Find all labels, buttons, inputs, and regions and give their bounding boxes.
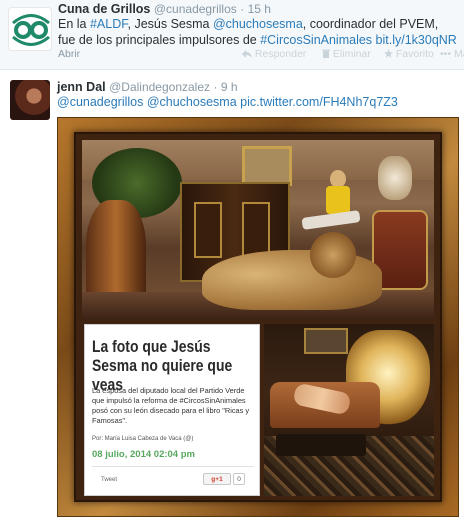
cuna-de-grillos-logo-icon (12, 14, 50, 46)
delete-button[interactable]: Eliminar (322, 48, 371, 60)
favorite-button[interactable]: Favorito (384, 48, 434, 60)
statue (378, 156, 412, 200)
coffee-table (276, 434, 366, 456)
url-link[interactable]: bit.ly/1k30qNR (376, 33, 457, 47)
author-name[interactable]: jenn Dal (57, 80, 106, 94)
mention-link[interactable]: @chuchosesma (213, 17, 303, 31)
timestamp[interactable]: · 15 h (240, 2, 271, 16)
author-name[interactable]: Cuna de Grillos (58, 2, 150, 16)
reply-label: Responder (254, 48, 307, 60)
text-segment: , Jesús Sesma (127, 17, 213, 31)
tweet-cunadegrillos[interactable]: Cuna de Grillos @cunadegrillos · 15 h En… (0, 0, 464, 70)
tweet-media-image[interactable]: La foto que Jesús Sesma no quiere que ve… (57, 117, 459, 517)
more-label: Más (453, 48, 464, 60)
wall-painting (242, 146, 292, 186)
tweet-actions: Abrir Responder Eliminar Favorito ••• Má… (58, 48, 464, 62)
hashtag-link[interactable]: #CircosSinAnimales (260, 33, 372, 47)
gplus-button: g+1 (203, 473, 231, 485)
divider (92, 466, 254, 467)
image-content: La foto que Jesús Sesma no quiere que ve… (76, 134, 440, 500)
open-link[interactable]: Abrir (58, 48, 80, 60)
text-segment: En la (58, 17, 90, 31)
hashtag-link[interactable]: #ALDF (90, 17, 128, 31)
reply-button[interactable]: Responder (242, 48, 306, 60)
gplus-count: 0 (233, 473, 245, 485)
article-body: La esposa del diputado local del Partido… (92, 386, 250, 425)
tweet-text: @cunadegrillos @chuchosesma pic.twitter.… (57, 95, 398, 109)
author-handle[interactable]: @Dalindegonzalez (109, 80, 210, 94)
tweet-header: Cuna de Grillos @cunadegrillos · 15 h (58, 2, 271, 16)
mansion-photo (82, 140, 434, 320)
avatar[interactable] (8, 7, 52, 51)
trash-icon (322, 49, 330, 58)
author-handle[interactable]: @cunadegrillos (154, 2, 237, 16)
pic-link[interactable]: pic.twitter.com/FH4Nh7q7Z3 (240, 95, 398, 109)
favorite-label: Favorito (395, 48, 434, 60)
tweet-text: En la #ALDF, Jesús Sesma @chuchosesma, c… (58, 16, 458, 48)
tweet-share-label: Tweet (101, 477, 118, 483)
article-card: La foto que Jesús Sesma no quiere que ve… (84, 324, 260, 496)
more-button[interactable]: ••• Más (440, 48, 464, 60)
article-author: Por: María Luisa Cabeza de Vaca (@) (92, 436, 194, 442)
woman-figure (301, 170, 361, 240)
avatar[interactable] (10, 80, 50, 120)
wall-painting (304, 328, 348, 354)
reply-icon (242, 50, 252, 58)
star-icon (384, 49, 393, 58)
delete-label: Eliminar (332, 48, 371, 60)
living-room-photo (264, 324, 434, 496)
tweet-header: jenn Dal @Dalindegonzalez · 9 h (57, 80, 238, 94)
mention-link[interactable]: @chuchosesma (147, 95, 237, 109)
lion-head (310, 232, 356, 278)
article-date: 08 julio, 2014 02:04 pm (92, 449, 195, 460)
timestamp[interactable]: · 9 h (214, 80, 238, 94)
more-icon: ••• (440, 48, 452, 60)
mention-link[interactable]: @cunadegrillos (57, 95, 143, 109)
